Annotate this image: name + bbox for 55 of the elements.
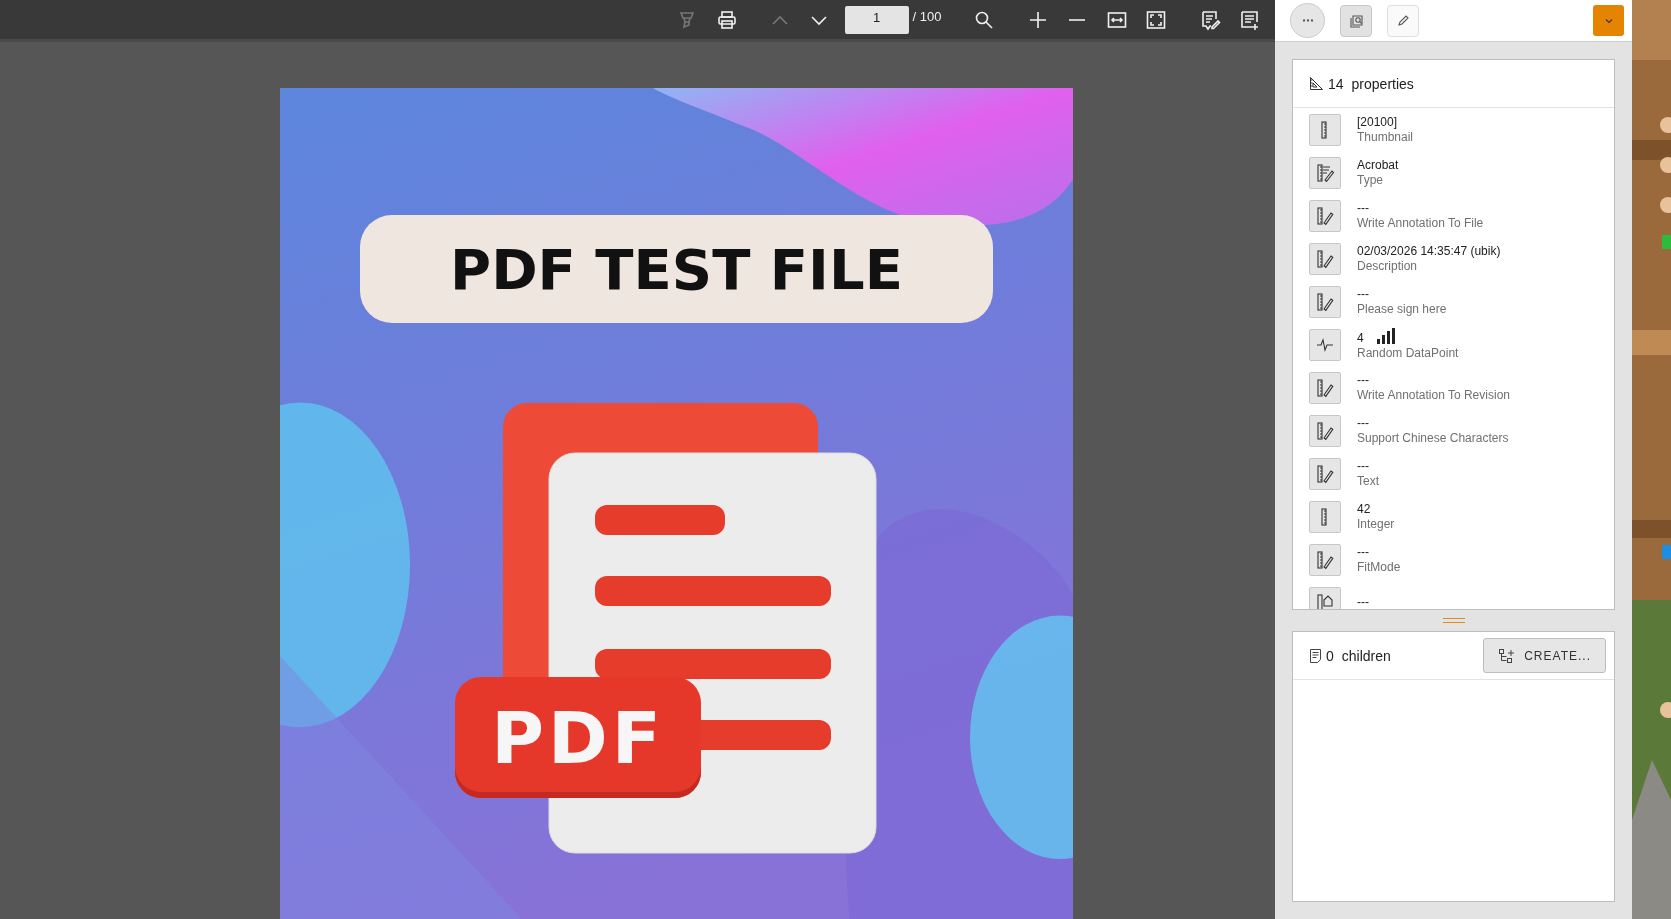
ruler-pen-icon[interactable]: [1309, 543, 1341, 576]
property-value: ---: [1357, 200, 1369, 216]
property-name: Support Chinese Characters: [1357, 430, 1509, 446]
ruler-pen-icon[interactable]: [1309, 457, 1341, 490]
property-name: Random DataPoint: [1357, 346, 1459, 361]
ruler-pen-icon[interactable]: [1309, 285, 1341, 318]
print-icon: [715, 8, 738, 31]
property-name: Description: [1357, 258, 1419, 274]
property-name: Integer: [1357, 516, 1395, 532]
pulse-icon[interactable]: [1309, 328, 1341, 361]
ruler-pen-icon[interactable]: [1309, 414, 1341, 447]
property-value: ---: [1357, 286, 1369, 302]
note-plus-icon: [1238, 8, 1261, 31]
more-icon: [1302, 19, 1313, 22]
property-value: ---: [1357, 595, 1369, 609]
ruler-pen-icon[interactable]: [1309, 371, 1341, 404]
minus-icon: [1068, 18, 1087, 21]
property-value: 4: [1357, 331, 1364, 346]
title-banner: PDF TEST FILE: [360, 215, 993, 323]
property-value: ---: [1357, 458, 1369, 474]
create-button[interactable]: CREATE...: [1483, 638, 1606, 673]
property-value: [20100]: [1357, 114, 1398, 130]
document-search-icon: [1348, 12, 1364, 29]
ruler-pen-icon[interactable]: [1309, 199, 1341, 232]
ruler-pen-icon[interactable]: [1309, 242, 1341, 275]
children-title: children: [1341, 647, 1391, 664]
page-total: / 100: [912, 9, 942, 24]
property-name: Please sign here: [1357, 301, 1447, 317]
document-icon: [1309, 647, 1322, 664]
note-pen-icon: [1199, 8, 1222, 31]
property-value: ---: [1357, 372, 1369, 388]
hierarchy-plus-icon: [1498, 647, 1516, 664]
ruler-icon[interactable]: [1309, 500, 1341, 533]
ruler-pen-icon[interactable]: [1309, 156, 1341, 189]
resize-handle[interactable]: [1442, 618, 1465, 623]
ruler-icon[interactable]: [1309, 113, 1341, 146]
property-name: Type: [1357, 172, 1384, 188]
property-name: Write Annotation To File: [1357, 215, 1484, 231]
ruler-shape-icon[interactable]: [1309, 586, 1341, 609]
property-value: ---: [1357, 544, 1369, 560]
pdf-label: PDF: [455, 677, 701, 798]
children-count: 0: [1326, 647, 1334, 664]
properties-count: 14: [1328, 75, 1344, 92]
property-name: Text: [1357, 473, 1379, 489]
property-name: Thumbnail: [1357, 129, 1414, 145]
property-value: 42: [1357, 501, 1371, 517]
properties-title: properties: [1351, 75, 1414, 92]
property-value: Acrobat: [1357, 157, 1399, 173]
inspect-button[interactable]: [1340, 4, 1372, 37]
property-name: Write Annotation To Revision: [1357, 387, 1510, 403]
frame-corners-icon: [1145, 8, 1168, 31]
property-name: FitMode: [1357, 559, 1401, 575]
property-value: ---: [1357, 415, 1369, 431]
property-value: 02/03/2026 14:35:47 (ubik): [1357, 243, 1501, 259]
page-number-field[interactable]: 1: [844, 5, 909, 34]
